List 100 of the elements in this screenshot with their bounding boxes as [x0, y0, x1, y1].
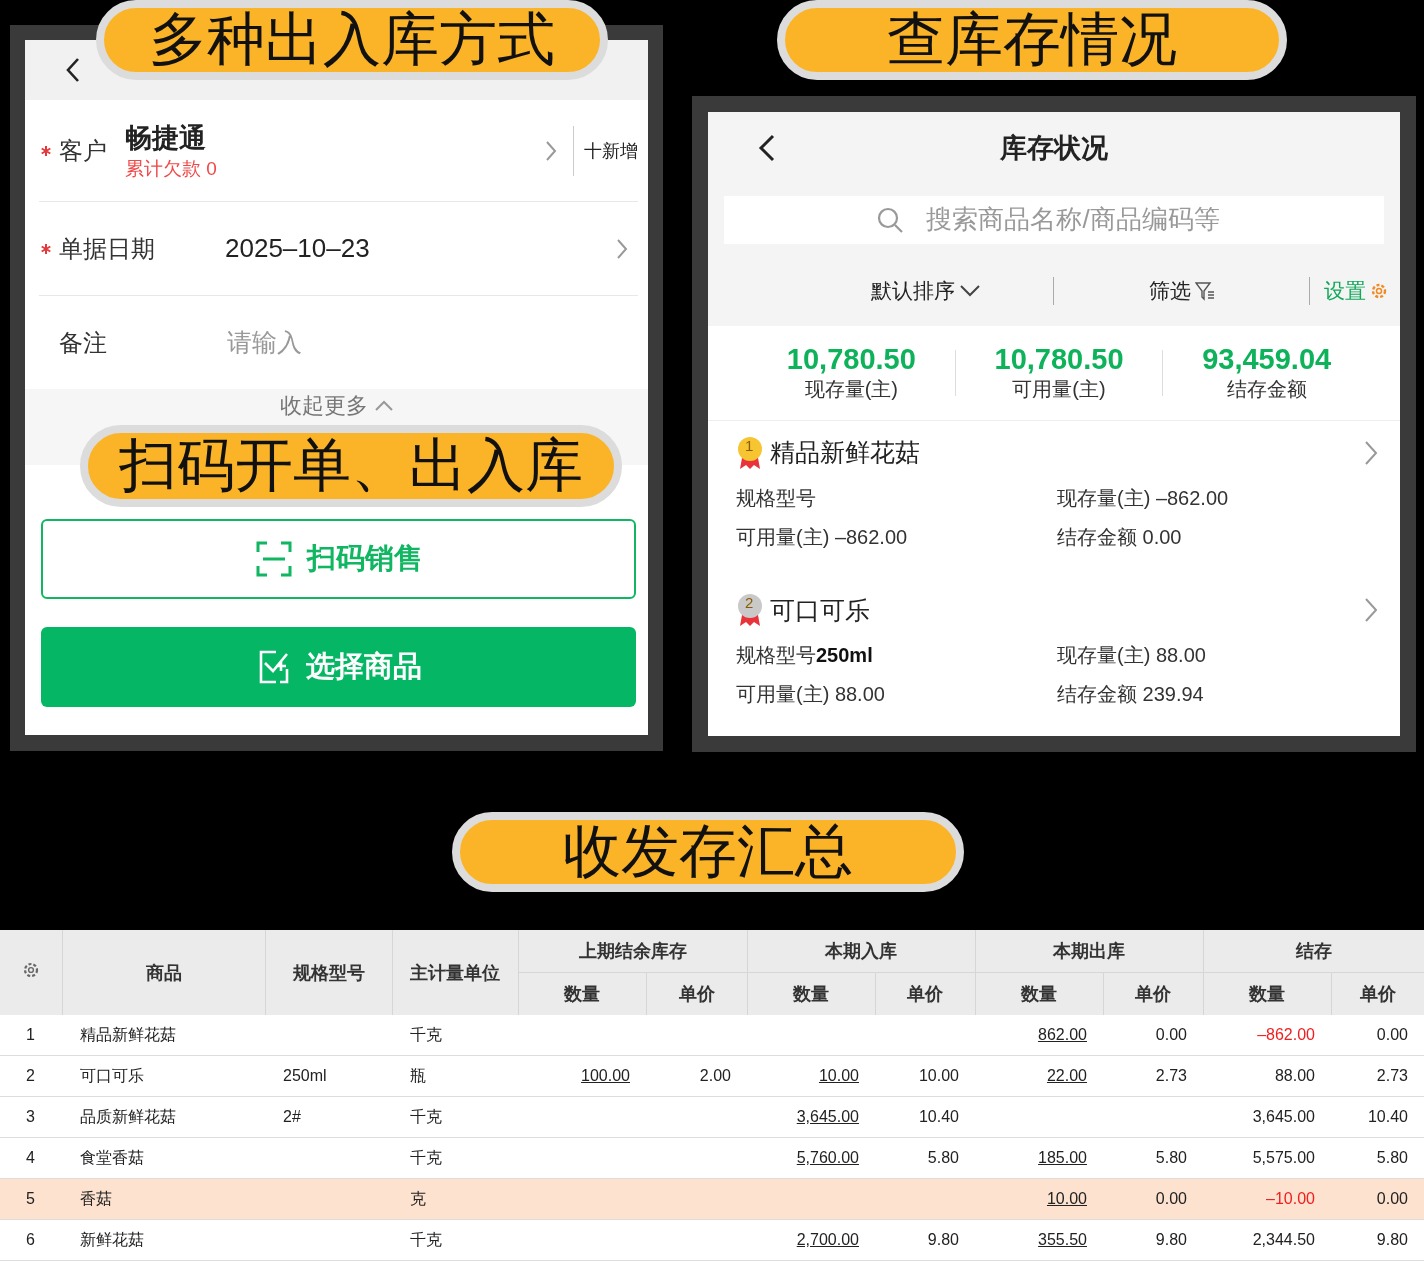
total-label: 可用量(主): [1012, 376, 1106, 402]
table-cell: 2.73: [1376, 1067, 1408, 1084]
column-header: 规格型号: [265, 930, 392, 1015]
rank-number: 2: [745, 594, 754, 612]
quantity-link[interactable]: 10.00: [818, 1067, 859, 1084]
quantity-link[interactable]: 5,760.00: [796, 1149, 859, 1166]
note-field[interactable]: 请输入: [225, 327, 638, 358]
chevron-down-icon: [958, 283, 981, 298]
total-value: 10,780.50: [786, 342, 916, 376]
table-cell: 5.80: [927, 1149, 959, 1166]
table-cell: 9.80: [1155, 1231, 1187, 1248]
row-number: 5: [0, 1178, 62, 1220]
table-row[interactable]: 1 精品新鲜花菇 千克 862.00 0.00 –862.00 0.00: [0, 1015, 1424, 1056]
spec-text: 规格型号: [736, 485, 817, 511]
rank-number: 1: [745, 436, 754, 454]
product-name[interactable]: 精品新鲜花菇: [770, 436, 1364, 470]
customer-name[interactable]: 畅捷通: [125, 119, 206, 156]
table-cell: 2#: [283, 1108, 301, 1125]
quantity-link[interactable]: 22.00: [1046, 1067, 1087, 1084]
table-row[interactable]: 2 可口可乐 250ml 瓶 100.00 2.00 10.00 10.00 22.00 2.73 88.00 2.73: [0, 1055, 1424, 1097]
table-cell: 新鲜花菇: [62, 1219, 265, 1261]
back-icon[interactable]: [758, 134, 776, 162]
column-group-header: 上期结余库存: [518, 930, 747, 973]
row-number: 1: [0, 1015, 62, 1056]
column-header: 数量: [747, 972, 875, 1015]
table-cell: 0.00: [1376, 1190, 1408, 1207]
table-cell: 5.80: [1155, 1149, 1187, 1166]
table-cell: 5.80: [1376, 1149, 1408, 1166]
chevron-up-icon: [373, 400, 394, 412]
quantity-link[interactable]: 185.00: [1038, 1149, 1087, 1166]
table-cell: 10.00: [918, 1067, 959, 1084]
total-label: 现存量(主): [804, 376, 898, 402]
table-row[interactable]: 5 香菇 克 10.00 0.00 –10.00 0.00: [0, 1178, 1424, 1220]
scan-icon: [254, 540, 293, 578]
table-cell: 可口可乐: [62, 1055, 265, 1097]
available-text: 可用量(主) 88.00: [736, 682, 886, 708]
chevron-icon[interactable]: [1364, 597, 1378, 624]
table-cell: 0.00: [1155, 1190, 1187, 1207]
total-value: 93,459.04: [1202, 342, 1332, 376]
settings-icon: [1370, 281, 1388, 300]
quantity-link[interactable]: 3,645.00: [796, 1108, 859, 1125]
table-cell: –10.00: [1266, 1190, 1315, 1207]
quantity-link[interactable]: 2,700.00: [796, 1231, 859, 1248]
stock-text: 现存量(主) –862.00: [1057, 485, 1230, 511]
table-cell: 千克: [392, 1096, 518, 1138]
table-cell: 5,575.00: [1252, 1149, 1315, 1166]
sort-dropdown[interactable]: 默认排序: [798, 276, 1053, 305]
table-cell: 250ml: [283, 1067, 327, 1084]
stock-text: 现存量(主) 88.00: [1057, 643, 1207, 669]
column-header: 单价: [1331, 972, 1424, 1015]
column-header: 主计量单位: [392, 930, 518, 1015]
table-row[interactable]: 4 食堂香菇 千克 5,760.00 5.80 185.00 5.80 5,575.00 5.80: [0, 1137, 1424, 1179]
settings-icon[interactable]: [21, 961, 40, 979]
field-label: 单据日期: [59, 233, 156, 264]
table-cell: 88.00: [1274, 1067, 1315, 1084]
column-header: 商品: [62, 930, 265, 1015]
table-cell: 香菇: [62, 1178, 265, 1220]
medal-icon: [736, 435, 764, 470]
product-name[interactable]: 可口可乐: [770, 593, 1364, 627]
quantity-link[interactable]: 10.00: [1046, 1190, 1087, 1207]
table-row[interactable]: 3 品质新鲜花菇 2# 千克 3,645.00 10.40 3,645.00 10.40: [0, 1096, 1424, 1138]
amount-text: 结存金额 0.00: [1057, 524, 1183, 550]
filter-icon: [1194, 280, 1215, 301]
column-header: 单价: [646, 972, 747, 1015]
back-icon[interactable]: [65, 57, 81, 83]
add-customer-button[interactable]: 十新增: [584, 138, 638, 163]
search-icon: [876, 205, 904, 234]
filter-button[interactable]: 筛选: [1054, 276, 1309, 305]
column-group-header: 本期出库: [975, 930, 1203, 973]
total-label: 结存金额: [1226, 376, 1307, 402]
date-field[interactable]: 2025–10–23: [225, 233, 610, 264]
column-group-header: 本期入库: [747, 930, 975, 973]
page-title: 库存状况: [1000, 131, 1108, 165]
collapse-button[interactable]: 收起更多: [279, 391, 394, 421]
table-cell: 3,645.00: [1252, 1108, 1315, 1125]
banner-title: 多种出入库方式: [149, 5, 555, 73]
table-cell: 10.40: [918, 1108, 959, 1125]
available-text: 可用量(主) –862.00: [736, 524, 909, 550]
quantity-link[interactable]: 100.00: [581, 1067, 630, 1084]
table-cell: 克: [392, 1178, 518, 1220]
chevron-icon[interactable]: [1364, 439, 1378, 466]
banner-title: 查库存情况: [887, 5, 1177, 73]
table-cell: –862.00: [1257, 1026, 1315, 1043]
table-cell: 品质新鲜花菇: [62, 1096, 265, 1138]
table-cell: 0.00: [1376, 1026, 1408, 1043]
table-cell: 2,344.50: [1252, 1231, 1315, 1248]
quantity-link[interactable]: 862.00: [1038, 1026, 1087, 1043]
banner-title: 收发存汇总: [563, 817, 853, 885]
column-header: 单价: [1103, 972, 1203, 1015]
table-row[interactable]: 6 新鲜花菇 千克 2,700.00 9.80 355.50 9.80 2,344.50 9.80: [0, 1219, 1424, 1261]
column-group-header: 结存: [1203, 930, 1424, 973]
chevron-icon[interactable]: [545, 139, 557, 162]
quantity-link[interactable]: 355.50: [1038, 1231, 1087, 1248]
search-field[interactable]: 搜索商品名称/商品编码等: [724, 195, 1384, 244]
field-label: 备注: [59, 327, 108, 358]
spec-text: 规格型号250ml: [736, 643, 874, 669]
medal-icon: [736, 593, 764, 628]
debt-text: 累计欠款 0: [125, 156, 217, 181]
chevron-icon[interactable]: [616, 237, 628, 260]
amount-text: 结存金额 239.94: [1057, 682, 1205, 708]
